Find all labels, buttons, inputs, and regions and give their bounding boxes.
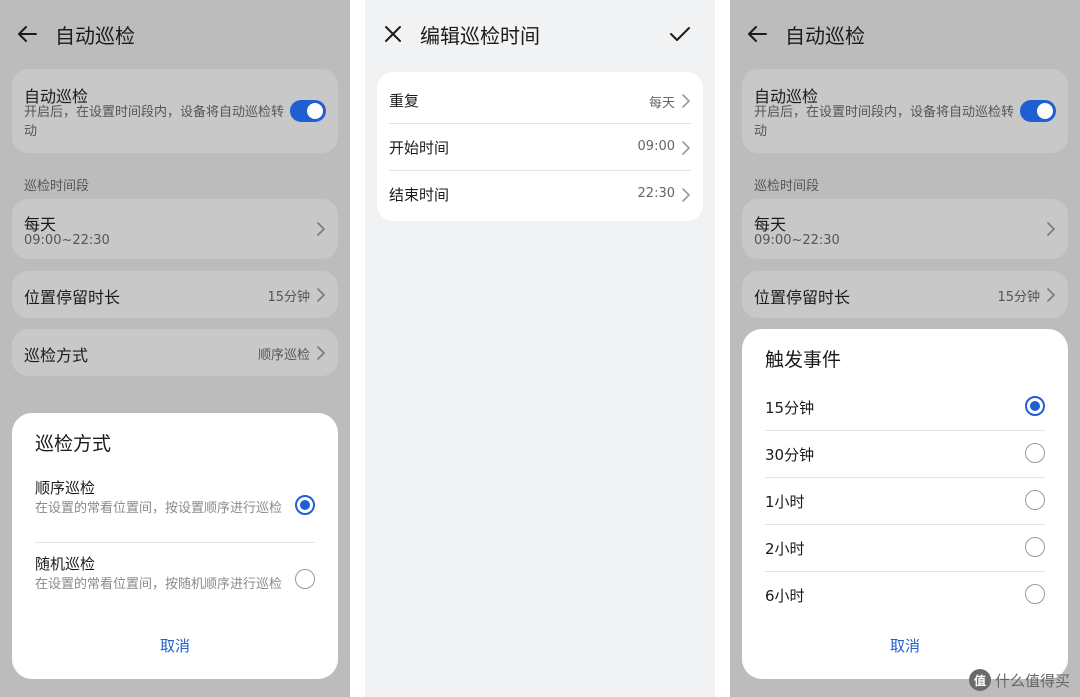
option-random[interactable]: 随机巡检 在设置的常看位置间，按随机顺序进行巡检 [35,553,315,613]
header: 自动巡检 [730,0,1080,68]
time-settings-card: 重复 每天 开始时间 09:00 结束时间 22:30 [377,72,703,221]
close-icon [385,26,401,42]
chevron-right-icon [317,288,326,302]
option-label: 随机巡检 [35,555,96,573]
option-label: 15分钟 [765,399,815,417]
chevron-right-icon [682,94,691,108]
auto-patrol-card: 自动巡检 开启后，在设置时间段内，设备将自动巡检转动 [12,69,338,153]
dwell-value: 15分钟 [997,290,1040,305]
auto-patrol-toggle[interactable] [290,100,326,122]
option-desc: 在设置的常看位置间，按设置顺序进行巡检 [35,501,283,516]
check-icon [670,27,690,41]
dwell-card[interactable]: 位置停留时长 15分钟 [12,271,338,318]
chevron-right-icon [682,188,691,202]
arrow-left-icon [748,26,767,42]
option-30min[interactable]: 30分钟 [765,430,1045,476]
option-label: 6小时 [765,587,805,605]
auto-patrol-desc: 开启后，在设置时间段内，设备将自动巡检转动 [24,105,285,139]
cancel-button[interactable]: 取消 [12,635,338,656]
header: 编辑巡检时间 [365,0,715,68]
auto-patrol-desc: 开启后，在设置时间段内，设备将自动巡检转动 [754,105,1015,139]
back-button[interactable] [12,19,42,49]
radio-selected[interactable] [1025,396,1045,416]
row-end-time[interactable]: 结束时间 22:30 [389,170,691,217]
period-range: 09:00~22:30 [754,233,840,248]
period-card[interactable]: 每天 09:00~22:30 [742,199,1068,259]
dwell-card[interactable]: 位置停留时长 15分钟 [742,271,1068,318]
option-2hour[interactable]: 2小时 [765,524,1045,570]
period-card[interactable]: 每天 09:00~22:30 [12,199,338,259]
radio-unselected[interactable] [1025,537,1045,557]
confirm-button[interactable] [665,19,695,49]
mode-value: 顺序巡检 [257,348,310,363]
mode-label: 巡检方式 [24,346,89,365]
section-label-period: 巡检时间段 [754,179,820,194]
auto-patrol-screen-mode: 自动巡检 自动巡检 开启后，在设置时间段内，设备将自动巡检转动 巡检时间段 每天… [0,0,350,697]
option-label: 1小时 [765,493,805,511]
dwell-label: 位置停留时长 [24,288,121,307]
back-button[interactable] [742,19,772,49]
option-label: 顺序巡检 [35,479,96,497]
divider [35,542,315,543]
chevron-right-icon [1047,222,1056,236]
option-desc: 在设置的常看位置间，按随机顺序进行巡检 [35,577,283,592]
section-label-period: 巡检时间段 [24,179,90,194]
row-label: 开始时间 [389,139,450,157]
option-label: 30分钟 [765,446,815,464]
sheet-title: 巡检方式 [35,433,112,455]
dwell-label: 位置停留时长 [754,288,851,307]
auto-patrol-toggle[interactable] [1020,100,1056,122]
row-value: 09:00 [637,139,675,154]
option-label: 2小时 [765,540,805,558]
page-title: 自动巡检 [55,24,135,48]
close-button[interactable] [378,19,408,49]
period-range: 09:00~22:30 [24,233,110,248]
watermark-text: 什么值得买 [994,671,1070,690]
toggle-knob [1037,103,1053,119]
radio-unselected[interactable] [295,569,315,589]
radio-unselected[interactable] [1025,443,1045,463]
option-sequential[interactable]: 顺序巡检 在设置的常看位置间，按设置顺序进行巡检 [35,477,315,537]
chevron-right-icon [682,141,691,155]
chevron-right-icon [317,346,326,360]
auto-patrol-card: 自动巡检 开启后，在设置时间段内，设备将自动巡检转动 [742,69,1068,153]
header: 自动巡检 [0,0,350,68]
mode-card[interactable]: 巡检方式 顺序巡检 [12,329,338,376]
chevron-right-icon [1047,288,1056,302]
sheet-title: 触发事件 [765,349,842,371]
mode-sheet: 巡检方式 顺序巡检 在设置的常看位置间，按设置顺序进行巡检 随机巡检 在设置的常… [12,413,338,679]
toggle-knob [307,103,323,119]
option-15min[interactable]: 15分钟 [765,383,1045,429]
row-label: 重复 [389,92,420,110]
dwell-value: 15分钟 [267,290,310,305]
row-label: 结束时间 [389,186,450,204]
watermark-logo: 值 [968,669,991,691]
edit-patrol-time-screen: 编辑巡检时间 重复 每天 开始时间 09:00 结束时间 22:30 [365,0,715,697]
option-6hour[interactable]: 6小时 [765,571,1045,617]
arrow-left-icon [18,26,37,42]
radio-selected[interactable] [295,495,315,515]
row-repeat[interactable]: 重复 每天 [389,76,691,123]
auto-patrol-screen-dwell: 自动巡检 自动巡检 开启后，在设置时间段内，设备将自动巡检转动 巡检时间段 每天… [730,0,1080,697]
chevron-right-icon [317,222,326,236]
row-value: 每天 [648,96,675,111]
trigger-event-sheet: 触发事件 15分钟 30分钟 1小时 2小时 6小时 取消 [742,329,1068,679]
row-value: 22:30 [637,186,675,201]
watermark: 值 什么值得买 [968,669,1070,691]
page-title: 自动巡检 [785,24,865,48]
row-start-time[interactable]: 开始时间 09:00 [389,123,691,170]
cancel-button[interactable]: 取消 [742,635,1068,656]
radio-unselected[interactable] [1025,490,1045,510]
option-1hour[interactable]: 1小时 [765,477,1045,523]
radio-unselected[interactable] [1025,584,1045,604]
page-title: 编辑巡检时间 [420,24,540,48]
